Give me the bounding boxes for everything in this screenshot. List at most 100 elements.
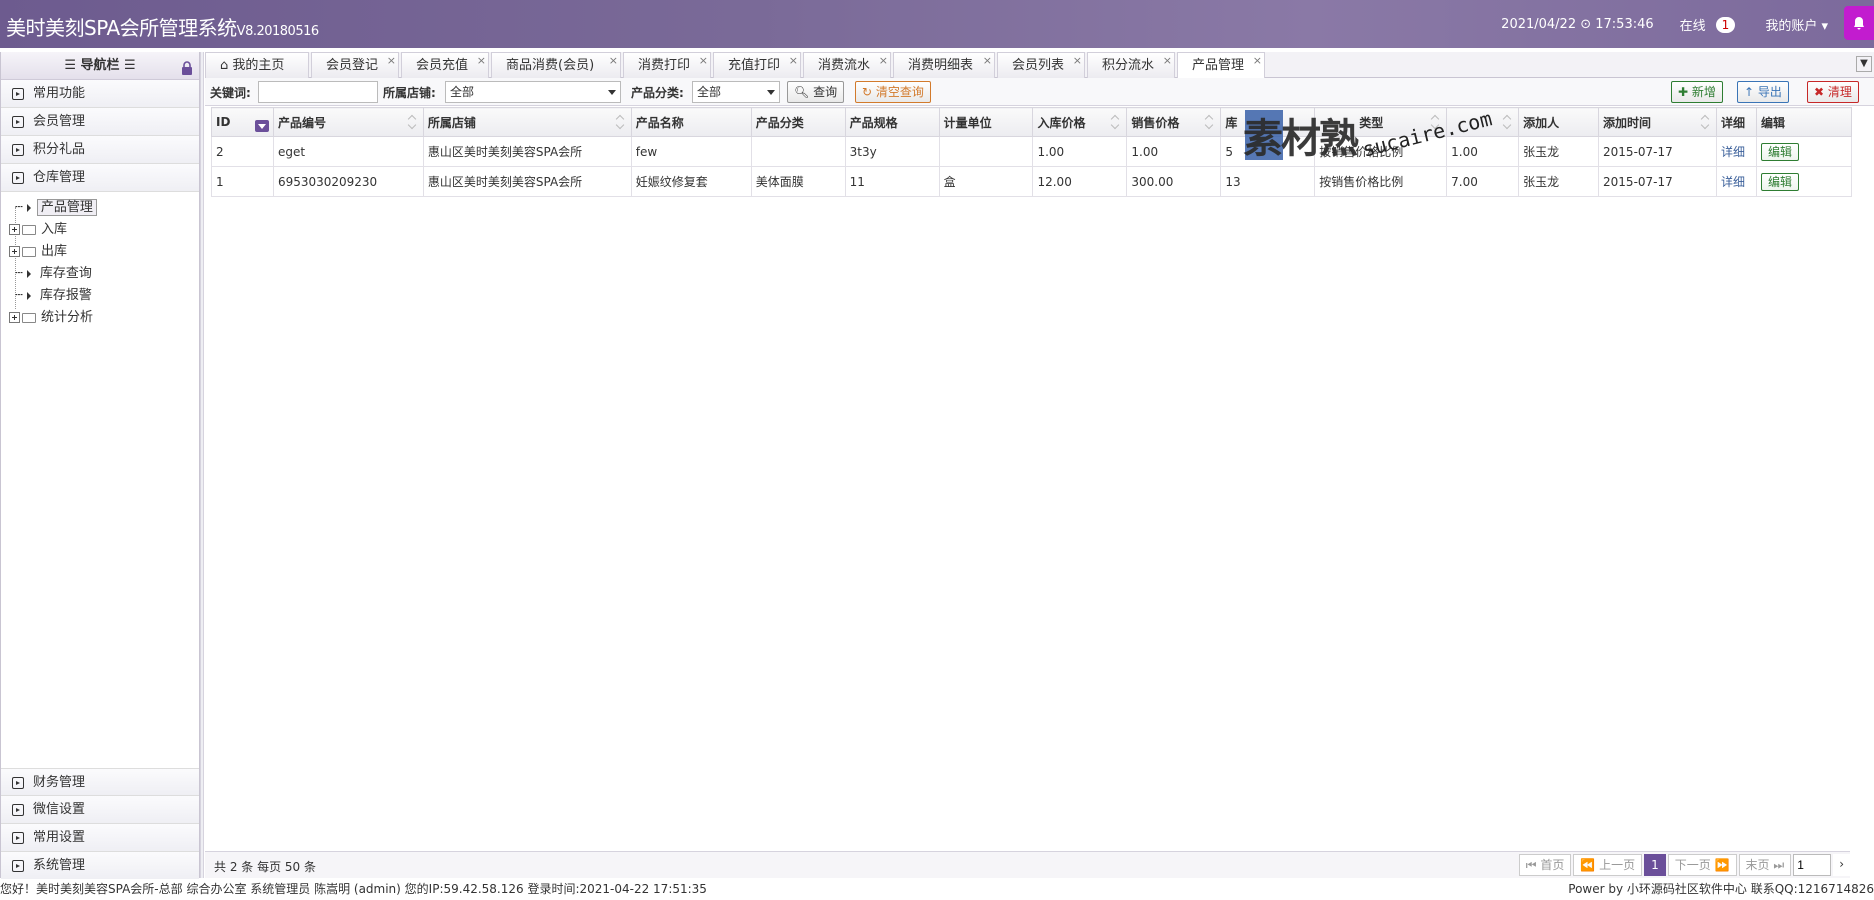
- plus-icon[interactable]: [9, 224, 20, 235]
- chevron-down-icon[interactable]: ▼: [1856, 56, 1872, 72]
- keyword-input[interactable]: [258, 81, 378, 103]
- cell-sale-price: 300.00: [1126, 166, 1222, 197]
- tree-item-stock-query[interactable]: ┄ 库存查询: [15, 264, 95, 284]
- edit-button[interactable]: 编辑: [1760, 142, 1799, 161]
- query-button[interactable]: 🔍︎ 查询: [787, 81, 845, 103]
- detail-link[interactable]: 详细: [1715, 166, 1757, 197]
- close-icon[interactable]: ×: [879, 48, 888, 74]
- tab-goods-consumption[interactable]: 商品消费(会员) ×: [491, 52, 621, 78]
- tree-item-stock-alert[interactable]: ┄ 库存报警: [15, 286, 95, 306]
- pager: ⏮ 首页 ⏪ 上一页 1 下一页 ⏩ 末页 ⏭ ›: [1518, 854, 1850, 876]
- plus-icon[interactable]: [9, 312, 20, 323]
- category-select[interactable]: 全部: [692, 81, 780, 103]
- store-label: 所属店铺:: [383, 86, 436, 100]
- bell-icon[interactable]: [1844, 6, 1874, 40]
- chevron-down-icon: [608, 90, 616, 95]
- tab-consumption-print[interactable]: 消费打印 ×: [623, 52, 711, 78]
- cell-added-by: 张玉龙: [1518, 136, 1600, 167]
- close-icon[interactable]: ×: [789, 48, 798, 74]
- col-header-spec[interactable]: 产品规格: [844, 107, 940, 137]
- tree-item-statistics[interactable]: 统计分析: [9, 308, 96, 328]
- expand-icon: [12, 804, 24, 816]
- cell-store: 惠山区美时美刻美容SPA会所: [422, 136, 632, 167]
- clear-query-button[interactable]: ↻ 清空查询: [855, 81, 931, 103]
- sort-icon: [1206, 116, 1214, 128]
- store-select[interactable]: 全部: [445, 81, 621, 103]
- col-header-stock[interactable]: 库: [1220, 107, 1316, 137]
- detail-link[interactable]: 详细: [1715, 136, 1757, 167]
- tab-consumption-detail[interactable]: 消费明细表 ×: [893, 52, 995, 78]
- sidebar-group-finance[interactable]: 财务管理: [1, 768, 199, 796]
- first-page-button[interactable]: ⏮ 首页: [1518, 854, 1572, 876]
- go-arrow-icon[interactable]: ›: [1833, 854, 1850, 876]
- tab-product-management[interactable]: 产品管理 ×: [1177, 52, 1265, 79]
- edit-button[interactable]: 编辑: [1760, 172, 1799, 191]
- sort-icon: [1432, 116, 1440, 128]
- col-header-id[interactable]: ID: [211, 107, 274, 137]
- sidebar: ☰ 导航栏 ☰ 常用功能 会员管理 积分礼品 仓库管理 ┄ 产品管理 入库 出库 …: [0, 52, 200, 880]
- col-header-detail: 详细: [1715, 107, 1757, 137]
- category-label: 产品分类:: [631, 86, 684, 100]
- cell-store: 惠山区美时美刻美容SPA会所: [422, 166, 632, 197]
- close-icon[interactable]: ×: [1073, 48, 1082, 74]
- col-header-sale-price[interactable]: 销售价格: [1126, 107, 1222, 137]
- sidebar-splitter[interactable]: [200, 52, 204, 878]
- col-header-added-time[interactable]: 添加时间: [1598, 107, 1717, 137]
- next-page-button[interactable]: 下一页 ⏩: [1667, 854, 1737, 876]
- col-header-category[interactable]: 产品分类: [750, 107, 846, 137]
- col-header-added-by[interactable]: 添加人: [1518, 107, 1600, 137]
- sort-desc-icon[interactable]: [254, 120, 269, 132]
- sidebar-group-common[interactable]: 常用功能: [1, 80, 199, 108]
- sidebar-group-system[interactable]: 系统管理: [1, 852, 199, 880]
- col-header-product-code[interactable]: 产品编号: [272, 107, 424, 137]
- cell-in-price: 12.00: [1032, 166, 1128, 197]
- sidebar-group-points-gifts[interactable]: 积分礼品: [1, 136, 199, 164]
- tree-item-stock-out[interactable]: 出库: [9, 242, 70, 262]
- tab-member-register[interactable]: 会员登记 ×: [311, 52, 399, 78]
- close-icon[interactable]: ×: [477, 48, 486, 74]
- sidebar-group-members[interactable]: 会员管理: [1, 108, 199, 136]
- tab-home[interactable]: ⌂ 我的主页: [205, 52, 309, 78]
- export-button[interactable]: ↑ 导出: [1737, 81, 1789, 103]
- page-number-input[interactable]: [1793, 854, 1832, 876]
- table-row[interactable]: 1 6953030209230 惠山区美时美刻美容SPA会所 妊娠纹修复套 美体…: [211, 166, 1853, 197]
- close-icon[interactable]: ×: [699, 48, 708, 74]
- col-header-in-price[interactable]: 入库价格: [1032, 107, 1128, 137]
- tab-member-recharge[interactable]: 会员充值 ×: [401, 52, 489, 78]
- sidebar-group-settings[interactable]: 常用设置: [1, 824, 199, 852]
- close-icon[interactable]: ×: [1163, 48, 1172, 74]
- prev-page-button[interactable]: ⏪ 上一页: [1573, 854, 1643, 876]
- search-toolbar: 关键词: 所属店铺: 全部 产品分类: 全部 🔍︎ 查询 ↻ 清空查询 ✚ 新增…: [205, 78, 1874, 106]
- close-icon[interactable]: ×: [387, 48, 396, 74]
- sidebar-group-wechat[interactable]: 微信设置: [1, 796, 199, 824]
- product-table: ID 产品编号 所属店铺 产品名称 产品分类 产品规格 计量单位 入库价格 销售…: [211, 107, 1853, 197]
- col-header-unit[interactable]: 计量单位: [938, 107, 1034, 137]
- my-account-menu[interactable]: 我的账户 ▾: [1765, 15, 1828, 34]
- sidebar-group-warehouse[interactable]: 仓库管理: [1, 164, 199, 192]
- col-header-commission[interactable]: [1446, 107, 1520, 137]
- close-icon[interactable]: ×: [609, 48, 618, 74]
- tab-member-list[interactable]: 会员列表 ×: [997, 52, 1085, 78]
- tab-recharge-print[interactable]: 充值打印 ×: [713, 52, 801, 78]
- last-page-button[interactable]: 末页 ⏭: [1738, 854, 1792, 876]
- table-row[interactable]: 2 eget 惠山区美时美刻美容SPA会所 few 3t3y 1.00 1.00…: [211, 136, 1853, 167]
- app-title: 美时美刻SPA会所管理系统V8.20180516: [6, 16, 319, 40]
- cell-unit: [938, 136, 1034, 167]
- online-count-badge[interactable]: 1: [1715, 16, 1736, 33]
- tree-item-product-management[interactable]: ┄ 产品管理: [15, 198, 97, 218]
- clock: 2021/04/22 ⊙ 17:53:46: [1501, 17, 1654, 32]
- col-header-store[interactable]: 所属店铺: [422, 107, 632, 137]
- col-header-product-name[interactable]: 产品名称: [630, 107, 752, 137]
- tree-item-stock-in[interactable]: 入库: [9, 220, 70, 240]
- col-header-type[interactable]: 类型: [1314, 107, 1448, 137]
- caret-right-icon: [26, 291, 31, 300]
- plus-icon[interactable]: [9, 246, 20, 257]
- tab-points-flow[interactable]: 积分流水 ×: [1087, 52, 1175, 78]
- tab-consumption-flow[interactable]: 消费流水 ×: [803, 52, 891, 78]
- clean-button[interactable]: ✖ 清理: [1807, 81, 1859, 103]
- close-icon[interactable]: ×: [983, 48, 992, 74]
- add-button[interactable]: ✚ 新增: [1671, 81, 1723, 103]
- current-page[interactable]: 1: [1644, 854, 1666, 876]
- cell-product-name: 妊娠纹修复套: [630, 166, 752, 197]
- close-icon[interactable]: ×: [1253, 48, 1262, 74]
